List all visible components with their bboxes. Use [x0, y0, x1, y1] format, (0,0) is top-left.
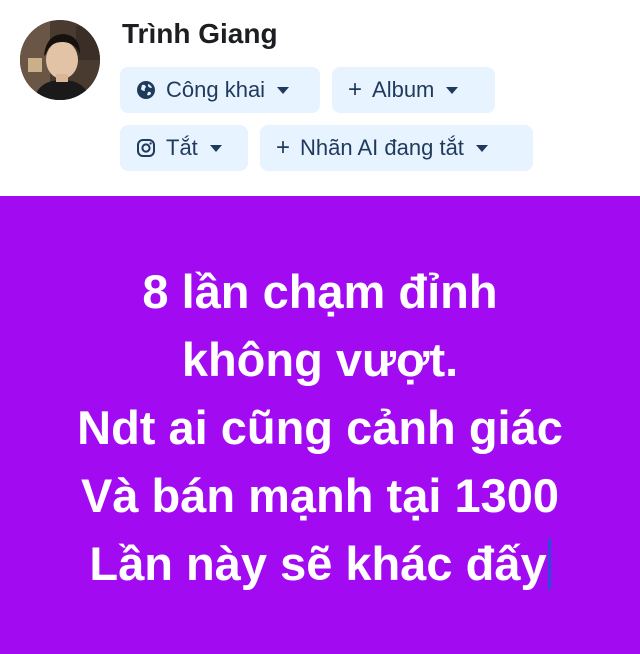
post-line: Lần này sẽ khác đấy — [89, 537, 547, 590]
post-line-last: Lần này sẽ khác đấy — [77, 530, 563, 598]
privacy-label: Công khai — [166, 77, 266, 102]
album-button[interactable]: + Album — [332, 67, 495, 113]
post-line: 8 lần chạm đỉnh — [142, 265, 498, 318]
post-composer: Trình Giang Công khai + Album Tắt + Nhãn… — [0, 0, 640, 654]
chevron-down-icon — [209, 144, 222, 152]
chevron-down-icon — [446, 86, 459, 94]
album-label: Album — [372, 77, 435, 102]
privacy-selector-button[interactable]: Công khai — [120, 67, 320, 113]
instagram-share-toggle[interactable]: Tắt — [120, 125, 248, 171]
chevron-down-icon — [475, 144, 488, 152]
author-name[interactable]: Trình Giang — [122, 18, 278, 50]
post-text-area[interactable]: 8 lần chạm đỉnh không vượt. Ndt ai cũng … — [0, 196, 640, 654]
plus-icon: + — [276, 134, 291, 161]
globe-icon — [136, 80, 156, 100]
composer-header: Trình Giang Công khai + Album Tắt + Nhãn… — [0, 0, 640, 196]
avatar[interactable] — [20, 20, 100, 100]
instagram-label: Tắt — [166, 135, 198, 160]
post-line: không vượt. — [181, 333, 459, 386]
text-cursor — [547, 538, 551, 590]
instagram-icon — [136, 138, 156, 158]
avatar-photo — [20, 20, 100, 100]
ai-label-text: Nhãn AI đang tắt — [300, 135, 464, 160]
post-text: 8 lần chạm đỉnh không vượt. Ndt ai cũng … — [77, 258, 563, 598]
post-line: Và bán mạnh tại 1300 — [80, 469, 560, 522]
plus-icon: + — [348, 76, 363, 103]
post-line: Ndt ai cũng cảnh giác — [77, 401, 563, 454]
chevron-down-icon — [277, 86, 290, 94]
ai-label-button[interactable]: + Nhãn AI đang tắt — [260, 125, 533, 171]
